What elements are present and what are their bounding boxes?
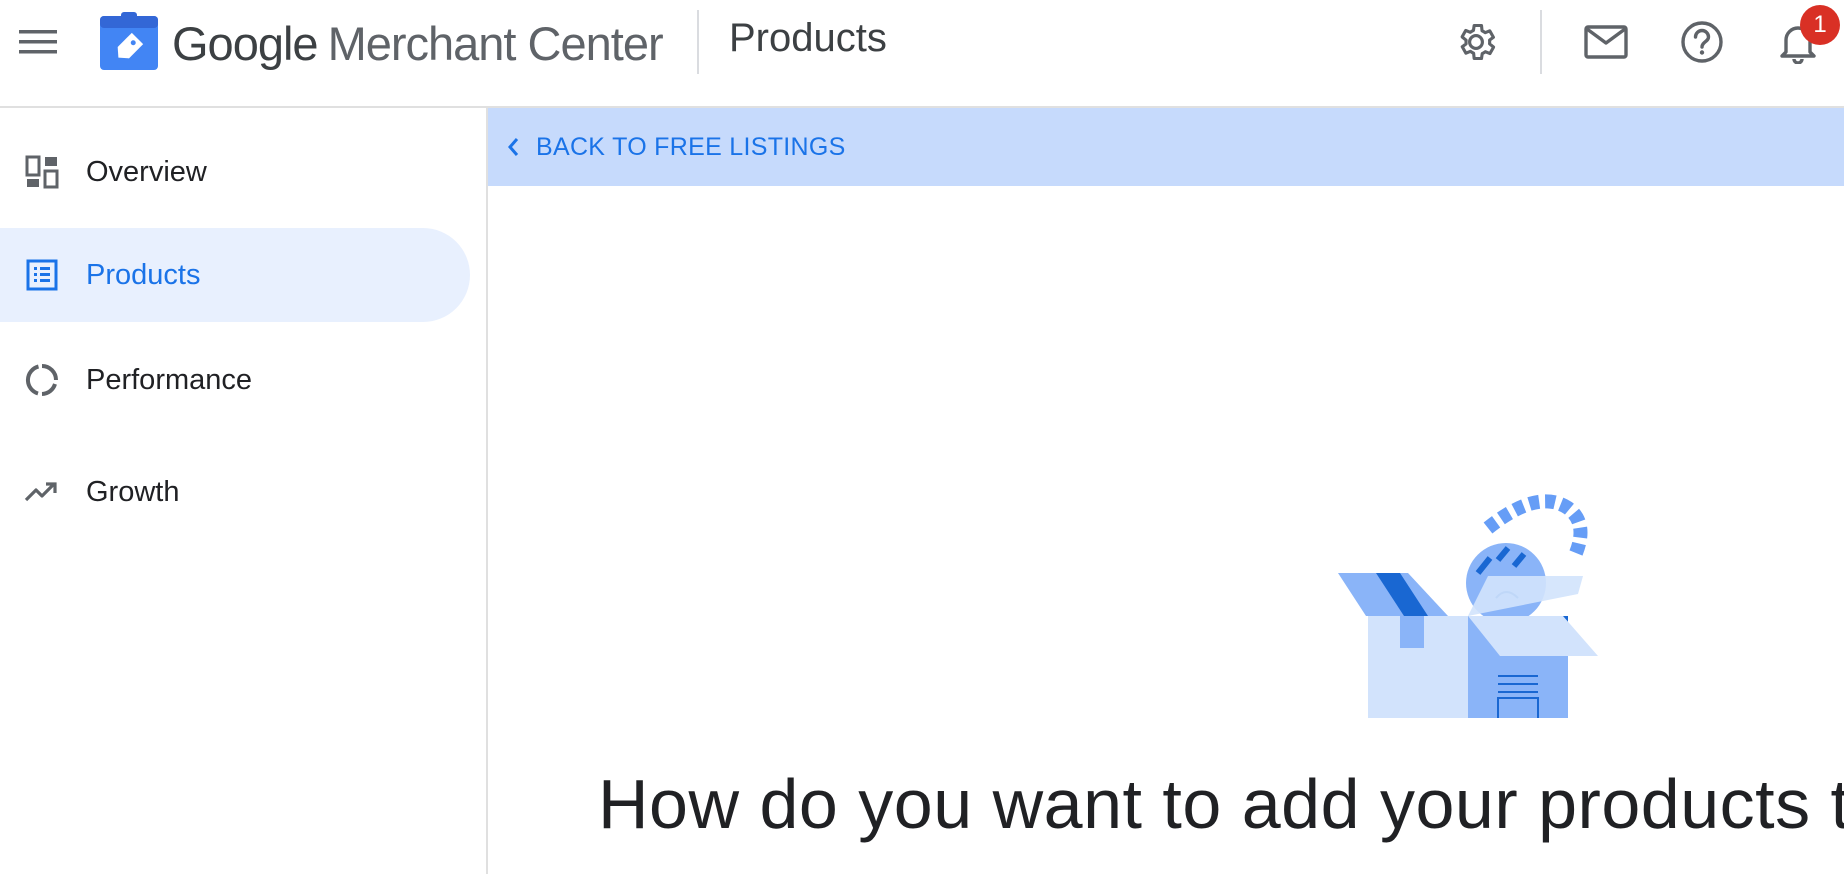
sidebar-item-products[interactable]: Products — [0, 228, 470, 322]
header-divider-icons — [1540, 10, 1542, 74]
sidebar-item-label: Overview — [86, 155, 207, 188]
help-icon — [1681, 21, 1723, 63]
brand-name: Google Merchant Center — [172, 12, 664, 74]
header-divider — [697, 10, 699, 74]
sidebar-item-label: Products — [86, 258, 201, 291]
cat-in-box-illustration — [1338, 398, 1698, 780]
back-banner: BACK TO FREE LISTINGS — [488, 108, 1844, 186]
back-to-free-listings-link[interactable]: BACK TO FREE LISTINGS — [506, 108, 846, 186]
page-headline: How do you want to add your products to — [598, 765, 1844, 843]
mail-icon — [1584, 25, 1628, 59]
top-app-bar: Google Merchant Center Products 1 — [0, 0, 1844, 108]
sidebar-nav: Overview Products Performance Growth — [0, 108, 488, 874]
sidebar-item-label: Growth — [86, 475, 180, 508]
back-link-label: BACK TO FREE LISTINGS — [536, 132, 846, 161]
settings-icon — [1460, 23, 1496, 61]
sidebar-item-label: Performance — [86, 363, 253, 396]
sidebar-item-performance[interactable]: Performance — [0, 333, 470, 427]
mail-button[interactable] — [1578, 18, 1634, 66]
main-menu-button[interactable] — [14, 22, 62, 62]
performance-icon — [22, 360, 62, 400]
merchant-center-logo[interactable] — [100, 12, 160, 70]
products-icon — [22, 255, 62, 295]
overview-icon — [22, 152, 62, 192]
sidebar-item-growth[interactable]: Growth — [0, 445, 470, 539]
settings-button[interactable] — [1448, 18, 1504, 66]
brand-product: Merchant Center — [327, 16, 664, 70]
page-title: Products — [729, 16, 887, 60]
sidebar-item-overview[interactable]: Overview — [0, 125, 470, 219]
help-button[interactable] — [1674, 18, 1730, 66]
main-content: BACK TO FREE LISTINGS How do you want to… — [488, 108, 1844, 874]
notification-badge: 1 — [1800, 5, 1840, 45]
brand-google: Google — [172, 16, 319, 70]
chevron-left-icon — [508, 138, 519, 156]
menu-icon — [19, 30, 57, 54]
growth-icon — [22, 472, 62, 512]
